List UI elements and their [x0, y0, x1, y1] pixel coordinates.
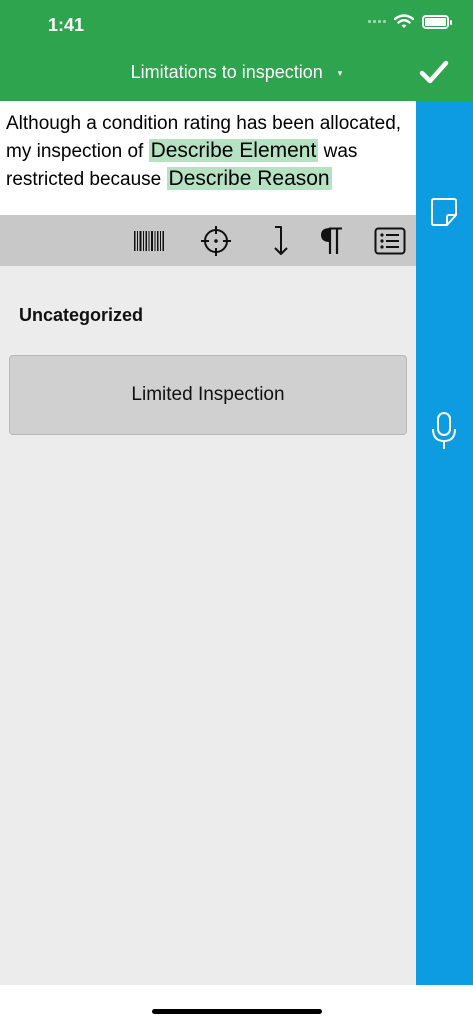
- category-label: Uncategorized: [19, 305, 144, 325]
- page-title[interactable]: Limitations to inspection: [131, 62, 323, 83]
- check-icon[interactable]: [419, 58, 449, 88]
- paragraph-icon[interactable]: [316, 225, 348, 257]
- placeholder-describe-reason[interactable]: Describe Reason: [166, 167, 332, 190]
- crosshair-icon[interactable]: [200, 225, 232, 257]
- list-icon[interactable]: [374, 225, 406, 257]
- microphone-icon[interactable]: [430, 411, 458, 451]
- arrow-down-icon[interactable]: [263, 225, 295, 257]
- editor-toolbar: [0, 215, 416, 266]
- placeholder-describe-element[interactable]: Describe Element: [148, 139, 319, 162]
- wifi-icon: [394, 14, 414, 28]
- dropdown-arrow-icon[interactable]: ▾: [338, 68, 343, 79]
- app-header: 1:41 Limitations to inspection ▾: [0, 0, 473, 101]
- phrase-list: Uncategorized Limited Inspection: [0, 266, 416, 985]
- cellular-signal-icon: [368, 20, 386, 23]
- home-indicator[interactable]: [152, 1009, 322, 1014]
- status-time: 1:41: [48, 15, 85, 35]
- option-limited-inspection-button[interactable]: Limited Inspection: [9, 355, 407, 435]
- title-dropdown[interactable]: Limitations to inspection ▾: [0, 62, 473, 83]
- barcode-icon[interactable]: [133, 225, 165, 257]
- battery-icon: [422, 14, 452, 29]
- side-rail: [416, 101, 473, 985]
- sticky-note-icon[interactable]: [428, 196, 460, 228]
- status-indicators: [368, 14, 452, 29]
- home-bar: [0, 985, 473, 1024]
- phrase-editor[interactable]: Although a condition rating has been all…: [0, 101, 416, 215]
